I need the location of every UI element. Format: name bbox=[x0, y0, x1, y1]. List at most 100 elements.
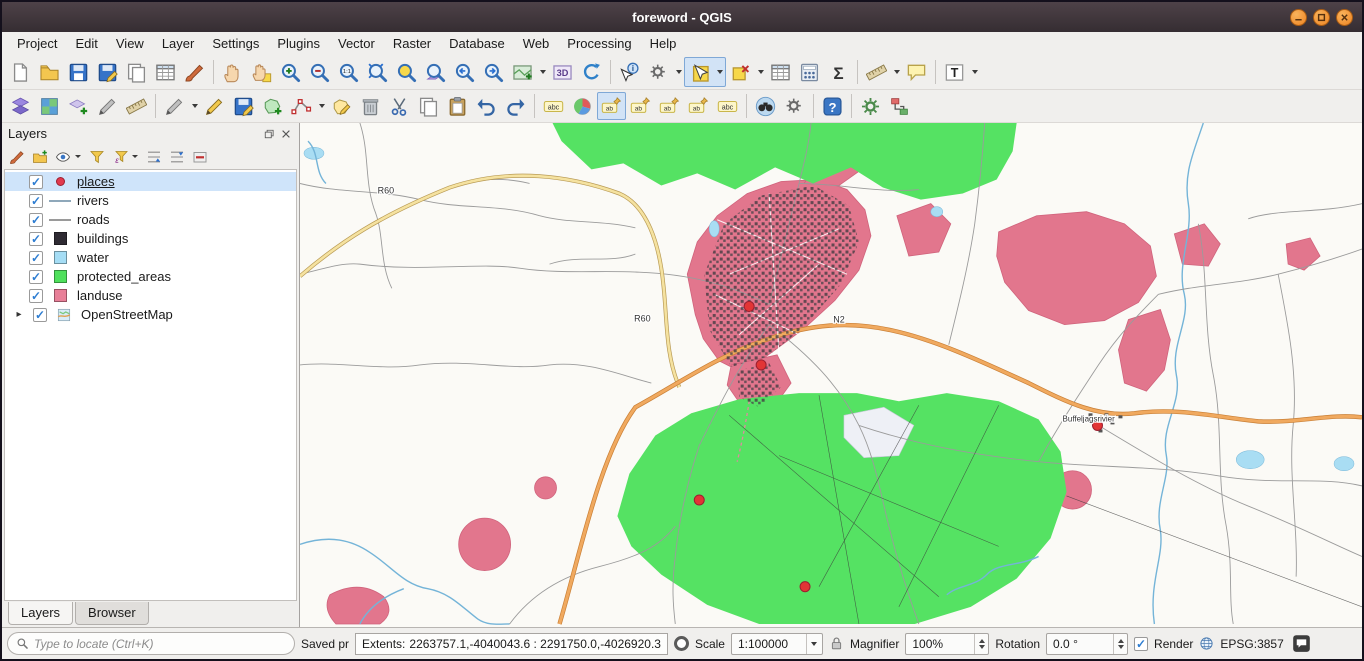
add-raster-layer-button[interactable] bbox=[35, 92, 64, 120]
zoom-last-button[interactable] bbox=[450, 58, 479, 86]
select-features-dropdown[interactable] bbox=[714, 58, 725, 86]
menu-item-web[interactable]: Web bbox=[514, 34, 559, 53]
save-layer-edits-button[interactable] bbox=[229, 92, 258, 120]
magnifier-steppers[interactable] bbox=[974, 634, 988, 654]
rotate-label-button[interactable] bbox=[684, 92, 713, 120]
new-shapefile-layer-button[interactable] bbox=[93, 92, 122, 120]
pan-map-button[interactable] bbox=[218, 58, 247, 86]
locate-input[interactable] bbox=[34, 637, 286, 651]
layer-labeling-button[interactable] bbox=[539, 92, 568, 120]
text-annotation-dropdown[interactable] bbox=[969, 58, 980, 86]
layer-row-landuse[interactable]: ✓ landuse bbox=[5, 286, 296, 305]
style-manager-button[interactable] bbox=[180, 58, 209, 86]
menu-item-help[interactable]: Help bbox=[641, 34, 686, 53]
run-feature-action-button[interactable] bbox=[644, 58, 673, 86]
collapse-all-button[interactable] bbox=[166, 146, 187, 167]
vertex-tool-dropdown[interactable] bbox=[316, 92, 327, 120]
layer-row-water[interactable]: ✓ water bbox=[5, 248, 296, 267]
save-project-button[interactable] bbox=[64, 58, 93, 86]
layer-checkbox[interactable]: ✓ bbox=[29, 289, 43, 303]
map-themes-dropdown[interactable] bbox=[75, 155, 84, 158]
rotation-spinbox[interactable]: 0.0 ° bbox=[1046, 633, 1128, 655]
zoom-in-button[interactable] bbox=[276, 58, 305, 86]
menu-item-processing[interactable]: Processing bbox=[558, 34, 640, 53]
text-annotation-button[interactable] bbox=[940, 58, 969, 86]
add-vector-layer-button[interactable] bbox=[6, 92, 35, 120]
rotation-steppers[interactable] bbox=[1113, 634, 1127, 654]
new-print-layout-button[interactable] bbox=[122, 58, 151, 86]
measure-button[interactable] bbox=[862, 58, 891, 86]
copy-features-button[interactable] bbox=[414, 92, 443, 120]
python-console-button[interactable] bbox=[780, 92, 809, 120]
menu-item-layer[interactable]: Layer bbox=[153, 34, 204, 53]
show-layout-manager-button[interactable] bbox=[151, 58, 180, 86]
measure-dropdown[interactable] bbox=[891, 58, 902, 86]
open-project-button[interactable] bbox=[35, 58, 64, 86]
undo-button[interactable] bbox=[472, 92, 501, 120]
filter-legend-expression-button[interactable] bbox=[109, 146, 130, 167]
menu-item-vector[interactable]: Vector bbox=[329, 34, 384, 53]
menu-item-view[interactable]: View bbox=[107, 34, 153, 53]
save-project-as-button[interactable] bbox=[93, 58, 122, 86]
expand-all-button[interactable] bbox=[143, 146, 164, 167]
help-button[interactable] bbox=[818, 92, 847, 120]
tab-layers[interactable]: Layers bbox=[8, 602, 73, 625]
layer-checkbox[interactable]: ✓ bbox=[33, 308, 47, 322]
run-feature-action-dropdown[interactable] bbox=[673, 58, 684, 86]
select-features-button[interactable] bbox=[685, 58, 714, 86]
open-layer-styling-button[interactable] bbox=[6, 146, 27, 167]
vertex-tool-button[interactable] bbox=[287, 92, 316, 120]
identify-features-button[interactable] bbox=[615, 58, 644, 86]
menu-item-database[interactable]: Database bbox=[440, 34, 514, 53]
field-calculator-button[interactable] bbox=[795, 58, 824, 86]
layer-checkbox[interactable]: ✓ bbox=[29, 270, 43, 284]
tab-browser[interactable]: Browser bbox=[75, 602, 149, 625]
map-canvas[interactable]: R60 R60 N2 Buffeljagsrivier bbox=[300, 123, 1362, 627]
move-label-button[interactable] bbox=[655, 92, 684, 120]
deselect-features-button[interactable] bbox=[726, 58, 755, 86]
new-map-view-dropdown[interactable] bbox=[537, 58, 548, 86]
manage-map-themes-button[interactable] bbox=[52, 146, 73, 167]
current-edits-dropdown[interactable] bbox=[189, 92, 200, 120]
pan-to-selection-button[interactable] bbox=[247, 58, 276, 86]
zoom-next-button[interactable] bbox=[479, 58, 508, 86]
zoom-out-button[interactable] bbox=[305, 58, 334, 86]
menu-item-raster[interactable]: Raster bbox=[384, 34, 440, 53]
statistical-summary-button[interactable] bbox=[824, 58, 853, 86]
scale-combo-arrow[interactable] bbox=[806, 634, 822, 654]
modify-attributes-button[interactable] bbox=[327, 92, 356, 120]
scale-combo[interactable]: 1:100000 bbox=[731, 633, 823, 655]
change-label-button[interactable] bbox=[713, 92, 742, 120]
new-map-view-button[interactable] bbox=[508, 58, 537, 86]
layer-checkbox[interactable]: ✓ bbox=[29, 232, 43, 246]
menu-item-settings[interactable]: Settings bbox=[203, 34, 268, 53]
redo-button[interactable] bbox=[501, 92, 530, 120]
highlight-pinned-labels-button[interactable] bbox=[626, 92, 655, 120]
layer-row-rivers[interactable]: ✓ rivers bbox=[5, 191, 296, 210]
map-tips-button[interactable] bbox=[902, 58, 931, 86]
zoom-native-button[interactable] bbox=[334, 58, 363, 86]
lock-scale-icon[interactable] bbox=[829, 636, 844, 651]
magnifier-spinbox[interactable]: 100% bbox=[905, 633, 989, 655]
crs-icon[interactable] bbox=[1199, 636, 1214, 651]
float-panel-button[interactable] bbox=[261, 126, 276, 141]
toggle-editing-button[interactable] bbox=[200, 92, 229, 120]
menu-item-edit[interactable]: Edit bbox=[66, 34, 106, 53]
layer-checkbox[interactable]: ✓ bbox=[29, 213, 43, 227]
processing-toolbox-button[interactable] bbox=[856, 92, 885, 120]
minimize-button[interactable] bbox=[1290, 9, 1307, 26]
graphical-modeler-button[interactable] bbox=[885, 92, 914, 120]
maximize-button[interactable] bbox=[1313, 9, 1330, 26]
layer-row-protected-areas[interactable]: ✓ protected_areas bbox=[5, 267, 296, 286]
delete-selected-button[interactable] bbox=[356, 92, 385, 120]
pin-labels-button[interactable] bbox=[597, 92, 626, 120]
filter-legend-button[interactable] bbox=[86, 146, 107, 167]
zoom-to-selection-button[interactable] bbox=[392, 58, 421, 86]
refresh-button[interactable] bbox=[577, 58, 606, 86]
expander-icon[interactable]: ▸ bbox=[11, 309, 27, 320]
open-attribute-table-button[interactable] bbox=[766, 58, 795, 86]
osm-place-search-button[interactable] bbox=[751, 92, 780, 120]
new-3d-map-view-button[interactable] bbox=[548, 58, 577, 86]
close-panel-button[interactable] bbox=[278, 126, 293, 141]
layer-checkbox[interactable]: ✓ bbox=[29, 175, 43, 189]
